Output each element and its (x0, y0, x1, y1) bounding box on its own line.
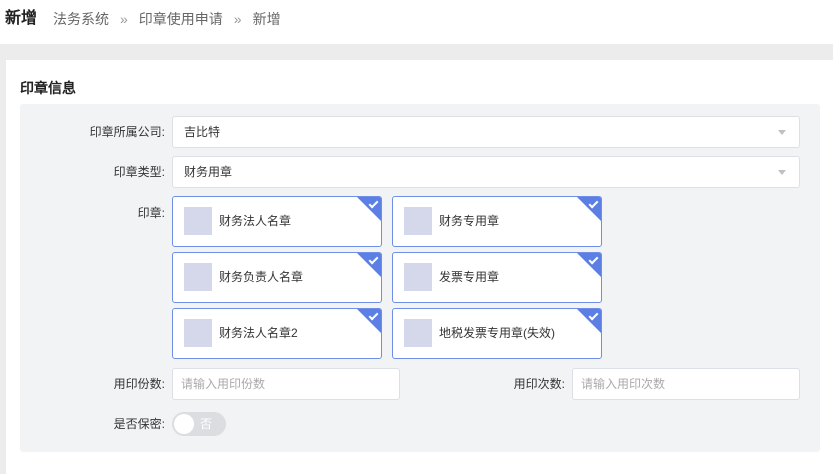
content-card: 印章信息 印章所属公司: 吉比特 印章类型: 财务用章 印章: 财务法人名章 财务… (6, 60, 833, 474)
seal-card-label: 财务法人名章 (219, 214, 292, 228)
toggle-knob (174, 414, 194, 434)
copies-input[interactable] (172, 368, 400, 400)
breadcrumb-separator-icon: » (120, 11, 128, 27)
seal-card-label: 财务法人名章2 (219, 326, 298, 340)
seal-card-label: 财务负责人名章 (219, 270, 304, 284)
seal-card[interactable]: 财务负责人名章 (172, 252, 382, 303)
seal-thumbnail-image (184, 319, 212, 347)
seal-card-label: 财务专用章 (439, 214, 500, 228)
seal-thumbnail-image (404, 319, 432, 347)
seal-thumbnail-image (404, 207, 432, 235)
confidential-toggle[interactable]: 否 (172, 412, 226, 436)
seal-thumbnail-image (404, 263, 432, 291)
confidential-label: 是否保密: (113, 417, 165, 431)
breadcrumb-item-current: 新增 (252, 11, 281, 27)
seal-type-label: 印章类型: (113, 165, 165, 179)
seal-card[interactable]: 财务专用章 (392, 196, 602, 247)
seal-card-label: 地税发票专用章(失效) (439, 326, 555, 340)
company-select-value: 吉比特 (184, 125, 221, 139)
seal-thumbnail-image (184, 263, 212, 291)
seal-card[interactable]: 发票专用章 (392, 252, 602, 303)
seal-card[interactable]: 地税发票专用章(失效) (392, 308, 602, 359)
breadcrumb-item-legal-system[interactable]: 法务系统 (53, 9, 109, 29)
seal-type-select[interactable]: 财务用章 (172, 156, 800, 188)
seal-type-select-value: 财务用章 (184, 165, 233, 179)
seal-card[interactable]: 财务法人名章 (172, 196, 382, 247)
times-label: 用印次数: (513, 377, 565, 391)
section-title: 印章信息 (20, 80, 76, 96)
breadcrumb-item-seal-application[interactable]: 印章使用申请 (139, 9, 223, 29)
page-title: 新增 (5, 10, 38, 27)
seal-card[interactable]: 财务法人名章2 (172, 308, 382, 359)
breadcrumb: 法务系统 » 印章使用申请 » 新增 (53, 9, 281, 29)
top-bar: 新增 法务系统 » 印章使用申请 » 新增 (0, 0, 833, 44)
seal-card-label: 发票专用章 (439, 270, 500, 284)
breadcrumb-separator-icon: » (233, 11, 242, 27)
company-label: 印章所属公司: (89, 125, 165, 139)
copies-label: 用印份数: (113, 377, 165, 391)
seals-label: 印章: (137, 206, 165, 220)
times-input[interactable] (572, 368, 800, 400)
chevron-down-icon (778, 170, 786, 175)
company-select[interactable]: 吉比特 (172, 116, 800, 148)
seal-thumbnail-image (184, 207, 212, 235)
chevron-down-icon (778, 130, 786, 135)
seal-info-form: 印章所属公司: 吉比特 印章类型: 财务用章 印章: 财务法人名章 财务专用章 财务… (20, 104, 820, 452)
seal-grid: 财务法人名章 财务专用章财务负责人名章 发票专用章财务法人名章2 地税发票专用章(失效… (172, 196, 602, 359)
toggle-state-text: 否 (200, 417, 213, 431)
